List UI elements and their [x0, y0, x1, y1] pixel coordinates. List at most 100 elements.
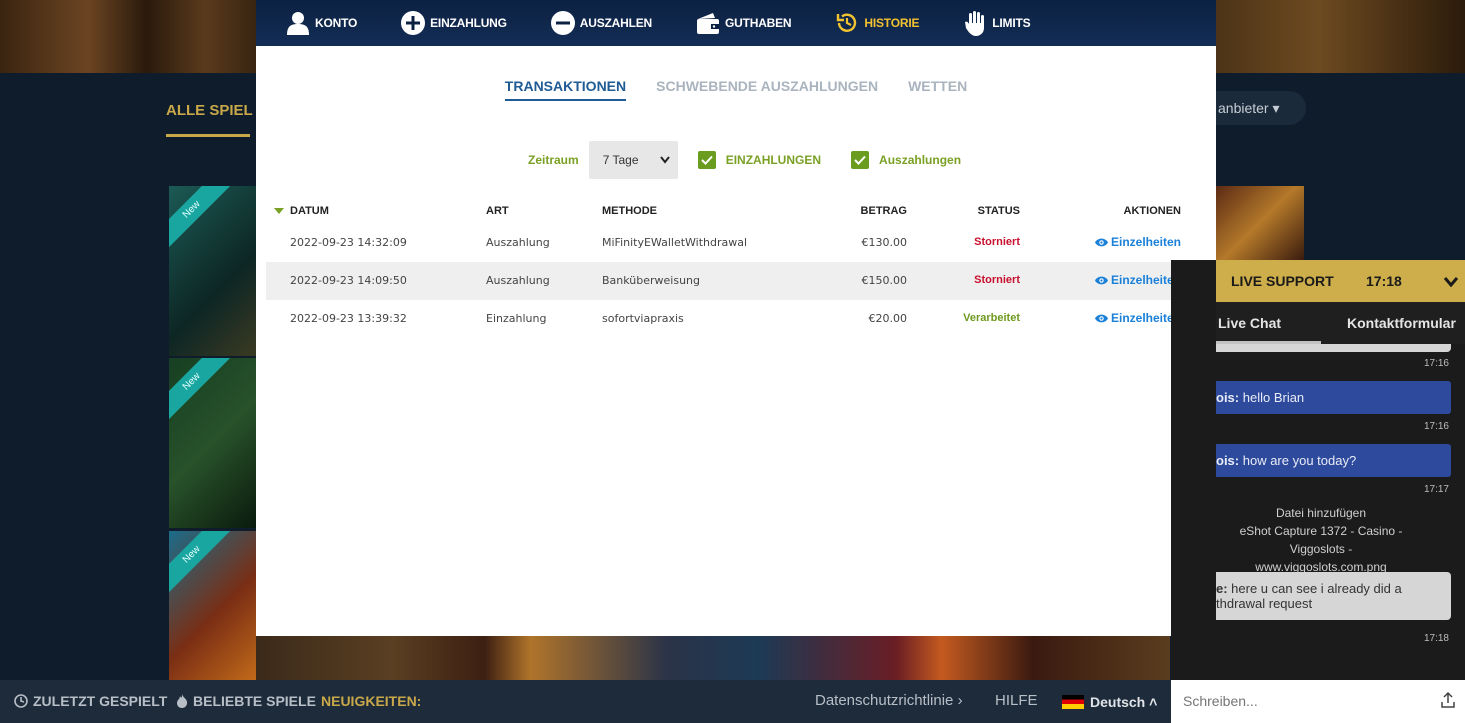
eye-icon	[1094, 314, 1108, 322]
row-amount: €150.00	[861, 274, 908, 287]
privacy-policy-link[interactable]: Datenschutzrichtlinie ›	[815, 692, 963, 709]
new-badge: New	[169, 186, 231, 249]
history-subtabs: TRANSAKTIONEN SCHWEBENDE AUSZAHLUNGEN WE…	[256, 78, 1216, 101]
hand-icon	[963, 11, 987, 36]
file-attachment-name: eShot Capture 1372 - Casino - Viggoslots…	[1239, 524, 1403, 556]
popular-games-link[interactable]: BELIEBTE SPIELE	[176, 693, 316, 709]
wallet-icon	[696, 11, 720, 35]
period-select[interactable]: 7 Tage	[588, 141, 678, 179]
privacy-policy-label: Datenschutzrichtlinie	[815, 692, 954, 709]
nav-auszahlen[interactable]: AUSZAHLEN	[550, 11, 652, 35]
recently-played-link[interactable]: ZULETZT GESPIELT	[14, 693, 167, 709]
game-tile[interactable]: New	[169, 186, 257, 356]
message-time: 17:16	[1423, 421, 1449, 432]
details-link[interactable]: Einzelheiten	[1094, 311, 1181, 325]
row-status: Storniert	[974, 236, 1020, 248]
nav-guthaben[interactable]: GUTHABEN	[696, 11, 792, 35]
live-support-header[interactable]: LIVE SUPPORT 17:18	[1216, 260, 1465, 302]
language-label: Deutsch	[1090, 694, 1146, 710]
row-status: Verarbeitet	[963, 312, 1020, 324]
details-link[interactable]: Einzelheiten	[1094, 235, 1181, 249]
row-type: Auszahlung	[486, 236, 550, 249]
file-attachment-title: Datei hinzufügen	[1275, 506, 1367, 520]
row-status: Storniert	[974, 274, 1020, 286]
chevron-down-icon[interactable]	[1443, 274, 1459, 290]
table-row: 2022-09-23 14:09:50 Auszahlung Banküberw…	[266, 262, 1206, 300]
game-tile[interactable]: New	[169, 358, 257, 528]
checkmark-icon	[851, 151, 870, 169]
withdrawals-checkbox[interactable]: Auszahlungen	[851, 151, 961, 169]
details-link[interactable]: Einzelheiten	[1094, 273, 1181, 287]
chevron-right-icon: ›	[957, 692, 963, 709]
header-amount: BETRAG	[860, 205, 907, 217]
message-text: here u can see i already did a	[1227, 581, 1402, 596]
nav-label: GUTHABEN	[725, 16, 792, 30]
nav-label: HISTORIE	[864, 16, 920, 30]
clock-icon	[14, 694, 28, 708]
tab-wetten[interactable]: WETTEN	[908, 78, 967, 101]
row-method: Banküberweisung	[602, 274, 701, 287]
help-link[interactable]: HILFE	[995, 692, 1038, 709]
tab-live-chat[interactable]: Live Chat	[1218, 315, 1281, 331]
row-amount: €20.00	[868, 312, 908, 325]
new-badge: New	[169, 358, 231, 421]
provider-filter-label: anbieter	[1218, 100, 1269, 116]
nav-limits[interactable]: LIMITS	[963, 11, 1031, 36]
sort-desc-icon[interactable]	[274, 208, 284, 214]
tab-transaktionen[interactable]: TRANSAKTIONEN	[504, 78, 627, 101]
popular-games-label: BELIEBTE SPIELE	[193, 693, 316, 709]
chat-message	[1216, 344, 1451, 352]
message-sender: e:	[1216, 581, 1228, 596]
row-type: Einzahlung	[486, 312, 547, 325]
chat-input-bar	[1171, 680, 1465, 723]
row-type: Auszahlung	[486, 274, 550, 287]
minus-circle-icon	[550, 11, 575, 35]
row-amount: €130.00	[861, 236, 908, 249]
language-selector[interactable]: Deutsch ˄	[1062, 694, 1157, 710]
news-label: NEUIGKEITEN:	[321, 693, 422, 709]
row-method: MiFinityEWalletWithdrawal	[602, 236, 748, 249]
file-attachment[interactable]: Datei hinzufügen eShot Capture 1372 - Ca…	[1216, 504, 1426, 576]
tab-contact-form[interactable]: Kontaktformular	[1347, 315, 1456, 331]
transaction-filters: Zeitraum 7 Tage EINZAHLUNGEN Auszahlunge…	[528, 141, 991, 179]
row-date: 2022-09-23 13:39:32	[290, 312, 407, 325]
chevron-up-icon: ˄	[1149, 694, 1158, 710]
chat-message: ois: how are you today?	[1216, 444, 1451, 477]
checkmark-icon	[697, 151, 716, 169]
chat-input[interactable]	[1183, 693, 1423, 709]
message-time: 17:18	[1423, 633, 1449, 644]
upload-icon[interactable]	[1441, 691, 1455, 711]
header-status: STATUS	[977, 205, 1020, 217]
chat-messages: 17:16 ois: hello Brian 17:16 ois: how ar…	[1216, 344, 1465, 680]
chevron-down-icon	[659, 153, 670, 167]
header-type: ART	[486, 205, 509, 217]
support-title: LIVE SUPPORT	[1231, 273, 1334, 289]
recently-played-label: ZULETZT GESPIELT	[33, 693, 168, 709]
game-tiles-row[interactable]	[256, 636, 1170, 680]
message-text: hello Brian	[1239, 390, 1305, 405]
flame-icon	[177, 694, 188, 708]
new-badge: New	[169, 531, 231, 594]
eye-icon	[1094, 238, 1108, 246]
header-method: METHODE	[602, 205, 657, 217]
message-sender: ois:	[1216, 390, 1240, 405]
german-flag-icon	[1062, 695, 1084, 709]
nav-label: LIMITS	[992, 16, 1031, 30]
nav-einzahlung[interactable]: EINZAHLUNG	[401, 11, 507, 35]
nav-konto[interactable]: KONTO	[286, 11, 357, 35]
header-date[interactable]: DATUM	[290, 205, 329, 217]
header-actions: AKTIONEN	[1123, 205, 1181, 217]
table-row: 2022-09-23 14:32:09 Auszahlung MiFinityE…	[266, 224, 1206, 262]
tab-pending-withdrawals[interactable]: SCHWEBENDE AUSZAHLUNGEN	[656, 78, 878, 101]
nav-historie[interactable]: HISTORIE	[835, 11, 919, 35]
row-method: sofortviapraxis	[602, 312, 684, 325]
game-tile[interactable]	[1216, 186, 1304, 260]
deposits-checkbox[interactable]: EINZAHLUNGEN	[697, 151, 821, 169]
details-label: Einzelheiten	[1110, 235, 1181, 249]
tab-all-games[interactable]: ALLE SPIEL	[166, 102, 253, 119]
chevron-down-icon: ▾	[1272, 100, 1280, 116]
chat-message: e: here u can see i already did a thdraw…	[1216, 572, 1451, 620]
row-date: 2022-09-23 14:32:09	[290, 236, 407, 249]
message-time: 17:16	[1423, 358, 1449, 369]
game-tile[interactable]: New	[169, 531, 257, 680]
